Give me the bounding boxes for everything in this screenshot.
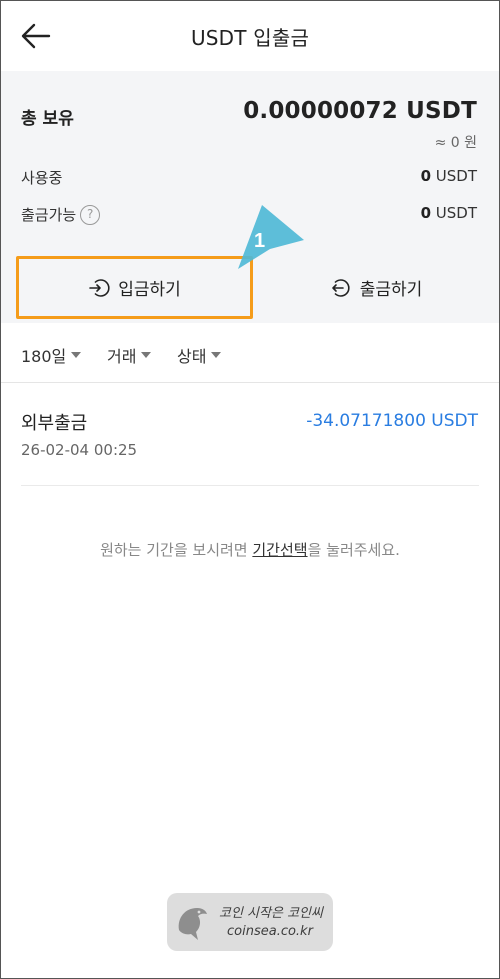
withdrawable-label-row: 출금가능 ? — [21, 204, 101, 225]
watermark-slogan: 코인 시작은 코인씨 — [219, 906, 323, 921]
transaction-type: 외부출금 — [21, 413, 88, 434]
withdraw-icon — [330, 277, 352, 299]
krw-approx-value: ≈ 0 원 — [434, 135, 477, 151]
status-filter[interactable]: 상태 — [177, 343, 222, 367]
status-filter-label: 상태 — [177, 347, 207, 366]
caret-down-icon — [211, 352, 222, 358]
callout-number: 1 — [254, 230, 266, 252]
watermark-badge: 코인 시작은 코인씨 coinsea.co.kr — [167, 893, 333, 951]
total-holdings-label: 총 보유 — [21, 109, 74, 129]
caret-down-icon — [141, 352, 152, 358]
transaction-datetime: 26-02-04 00:25 — [21, 441, 138, 459]
transaction-row[interactable]: 외부출금 26-02-04 00:25 -34.07171800 USDT — [1, 384, 499, 486]
callout-arrow-marker — [238, 205, 304, 269]
caret-down-icon — [71, 352, 82, 358]
balance-summary: 총 보유 0.00000072 USDT ≈ 0 원 사용중 0 USDT 출금… — [1, 71, 499, 323]
total-holdings-value: 0.00000072 USDT — [243, 98, 477, 124]
dolphin-logo-icon — [178, 908, 207, 940]
withdrawable-label: 출금가능 — [21, 206, 77, 224]
withdrawable-amount: 0 — [420, 204, 432, 222]
transaction-amount: -34.07171800 USDT — [306, 411, 478, 431]
in-use-amount: 0 — [420, 167, 432, 185]
deposit-button[interactable]: 입금하기 — [16, 256, 253, 319]
withdrawable-value: 0 USDT — [421, 204, 477, 222]
in-use-value: 0 USDT — [421, 167, 477, 185]
divider — [21, 485, 479, 486]
period-filter[interactable]: 180일 — [21, 343, 82, 367]
withdraw-button-label: 출금하기 — [359, 280, 423, 300]
type-filter-label: 거래 — [107, 347, 137, 366]
in-use-label: 사용중 — [21, 169, 63, 187]
period-select-link[interactable]: 기간선택 — [252, 541, 307, 559]
type-filter[interactable]: 거래 — [107, 343, 152, 367]
deposit-icon — [88, 277, 110, 299]
period-notice: 원하는 기간을 보시려면 기간선택을 눌러주세요. — [0, 539, 500, 560]
notice-text-after: 을 눌러주세요. — [307, 541, 400, 559]
filter-bar: 180일 거래 상태 — [1, 323, 499, 383]
withdrawable-unit: USDT — [431, 204, 477, 222]
period-filter-label: 180일 — [21, 347, 67, 366]
in-use-unit: USDT — [431, 167, 477, 185]
watermark-url: coinsea.co.kr — [227, 924, 313, 939]
deposit-button-label: 입금하기 — [118, 280, 181, 300]
notice-text-before: 원하는 기간을 보시려면 — [100, 541, 253, 559]
help-question-icon[interactable]: ? — [80, 204, 101, 225]
app-header: USDT 입출금 — [1, 1, 499, 71]
page-title: USDT 입출금 — [190, 26, 310, 50]
